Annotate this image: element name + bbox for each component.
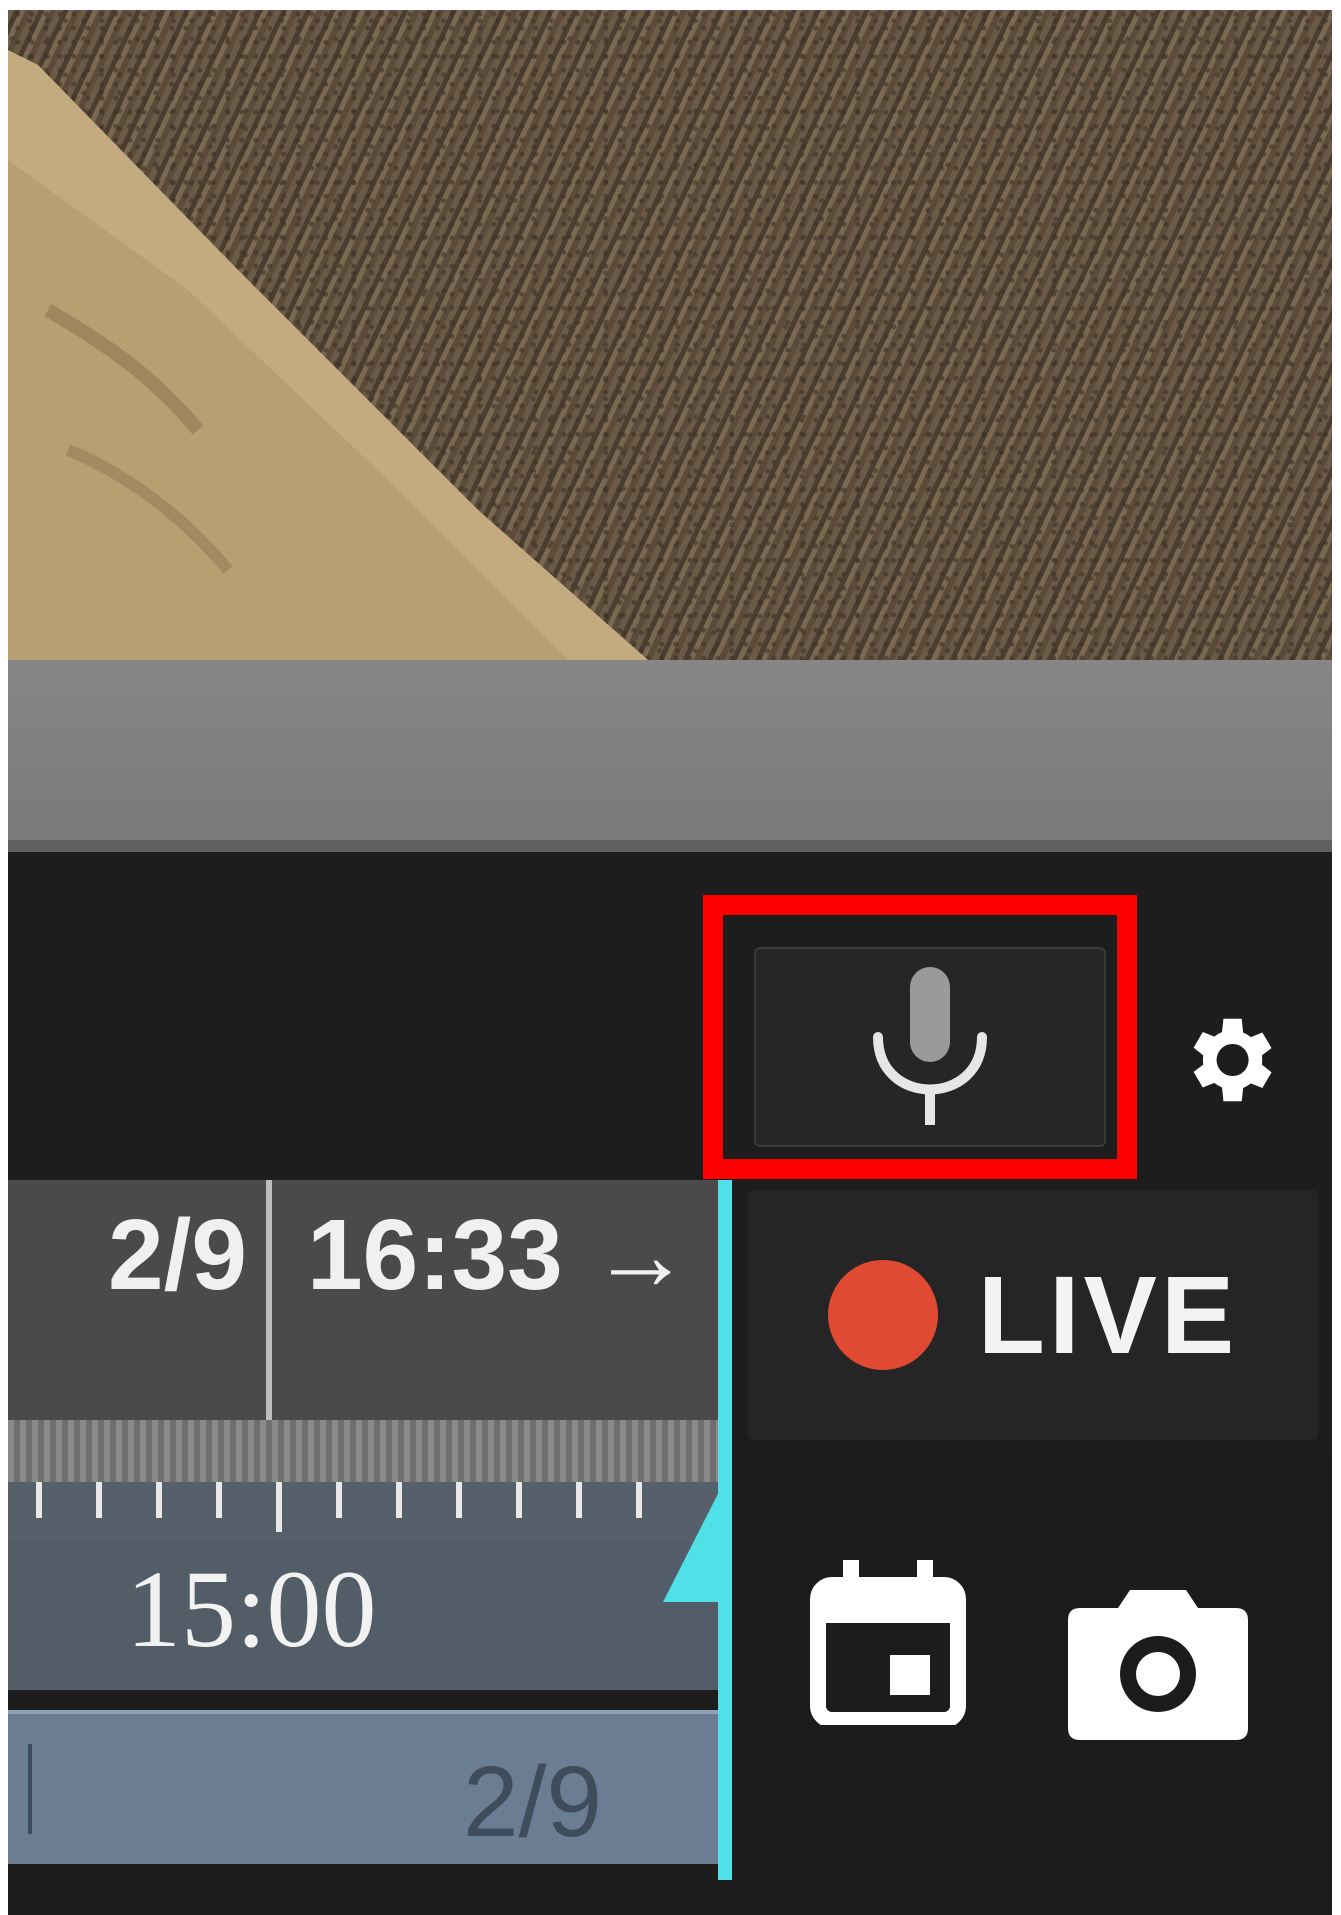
timeline[interactable]: 2/9 16:33 → 15:00 2/9	[8, 1180, 733, 1915]
video-frame-image	[8, 50, 648, 660]
hour-label: 15:00	[126, 1548, 377, 1670]
calendar-icon	[810, 1560, 966, 1728]
current-time: 16:33	[307, 1199, 563, 1311]
settings-button[interactable]	[1173, 1005, 1283, 1115]
arrow-right-icon: →	[590, 1199, 691, 1311]
snapshot-button[interactable]	[1068, 1590, 1248, 1740]
ruler-tick	[516, 1482, 522, 1518]
ruler-tick	[36, 1482, 42, 1518]
ruler-tick	[276, 1482, 282, 1532]
camera-viewer: 2/9 16:33 → 15:00 2/9 LIVE	[8, 10, 1332, 1915]
live-indicator-dot	[827, 1260, 938, 1370]
video-bottom-bar	[8, 660, 1332, 852]
live-button[interactable]: LIVE	[748, 1190, 1318, 1440]
ruler-tick	[636, 1482, 642, 1518]
day-label: 2/9	[463, 1746, 603, 1858]
ruler-tick	[336, 1482, 342, 1518]
day-tick	[28, 1744, 32, 1834]
ruler-tick	[216, 1482, 222, 1518]
microphone-button[interactable]	[754, 947, 1106, 1147]
current-date: 2/9	[108, 1199, 248, 1311]
ruler-tick	[576, 1482, 582, 1518]
ruler-tick	[156, 1482, 162, 1518]
timeline-recording-strip[interactable]	[8, 1420, 723, 1482]
playhead-handle[interactable]	[663, 1480, 725, 1602]
timeline-day-bar[interactable]	[8, 1710, 723, 1864]
ruler-tick	[456, 1482, 462, 1518]
video-feed[interactable]	[8, 10, 1332, 660]
live-label: LIVE	[977, 1253, 1239, 1377]
ruler-tick	[96, 1482, 102, 1518]
timeline-ruler	[8, 1482, 723, 1542]
calendar-button[interactable]	[808, 1560, 968, 1728]
ruler-tick	[396, 1482, 402, 1518]
current-time-readout: 2/9 16:33 →	[108, 1198, 691, 1313]
camera-icon	[1068, 1590, 1248, 1740]
gear-icon	[1193, 1018, 1272, 1102]
microphone-icon	[873, 967, 987, 1125]
